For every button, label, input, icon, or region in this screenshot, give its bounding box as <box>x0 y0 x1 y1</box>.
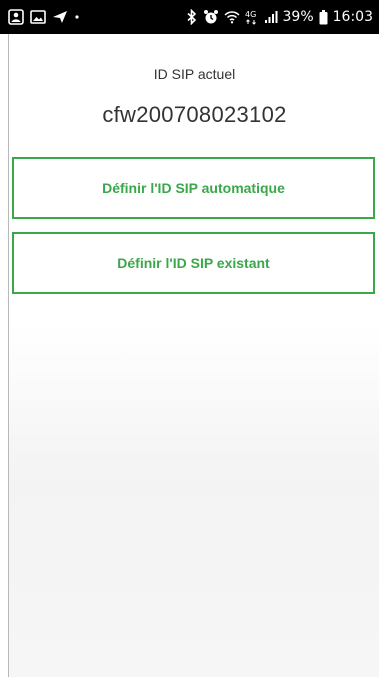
bluetooth-icon <box>186 9 198 25</box>
battery-icon <box>319 9 328 25</box>
status-bar-left <box>8 9 80 25</box>
current-sip-label: ID SIP actuel <box>153 66 236 82</box>
set-existing-sip-button[interactable]: Définir l'ID SIP existant <box>12 232 375 294</box>
status-bar-right: 4G 39% 16:03 <box>186 9 373 25</box>
set-existing-sip-button-label: Définir l'ID SIP existant <box>117 255 270 271</box>
wifi-icon <box>223 10 240 24</box>
image-icon <box>30 10 46 24</box>
alarm-icon <box>203 9 219 25</box>
4g-icon: 4G <box>245 9 259 25</box>
current-sip-value: cfw200708023102 <box>102 102 287 127</box>
svg-text:4G: 4G <box>245 10 256 19</box>
signal-icon <box>264 10 278 24</box>
battery-percent: 39% <box>282 9 314 25</box>
dot-icon <box>74 14 80 20</box>
sip-settings-screen: ID SIP actuel cfw200708023102 Définir l'… <box>8 34 379 677</box>
sim-card-icon <box>8 9 24 25</box>
status-bar: 4G 39% 16:03 <box>0 0 379 34</box>
send-icon <box>52 10 68 24</box>
set-auto-sip-button[interactable]: Définir l'ID SIP automatique <box>12 157 375 219</box>
set-auto-sip-button-label: Définir l'ID SIP automatique <box>102 180 285 196</box>
clock: 16:03 <box>332 9 373 25</box>
